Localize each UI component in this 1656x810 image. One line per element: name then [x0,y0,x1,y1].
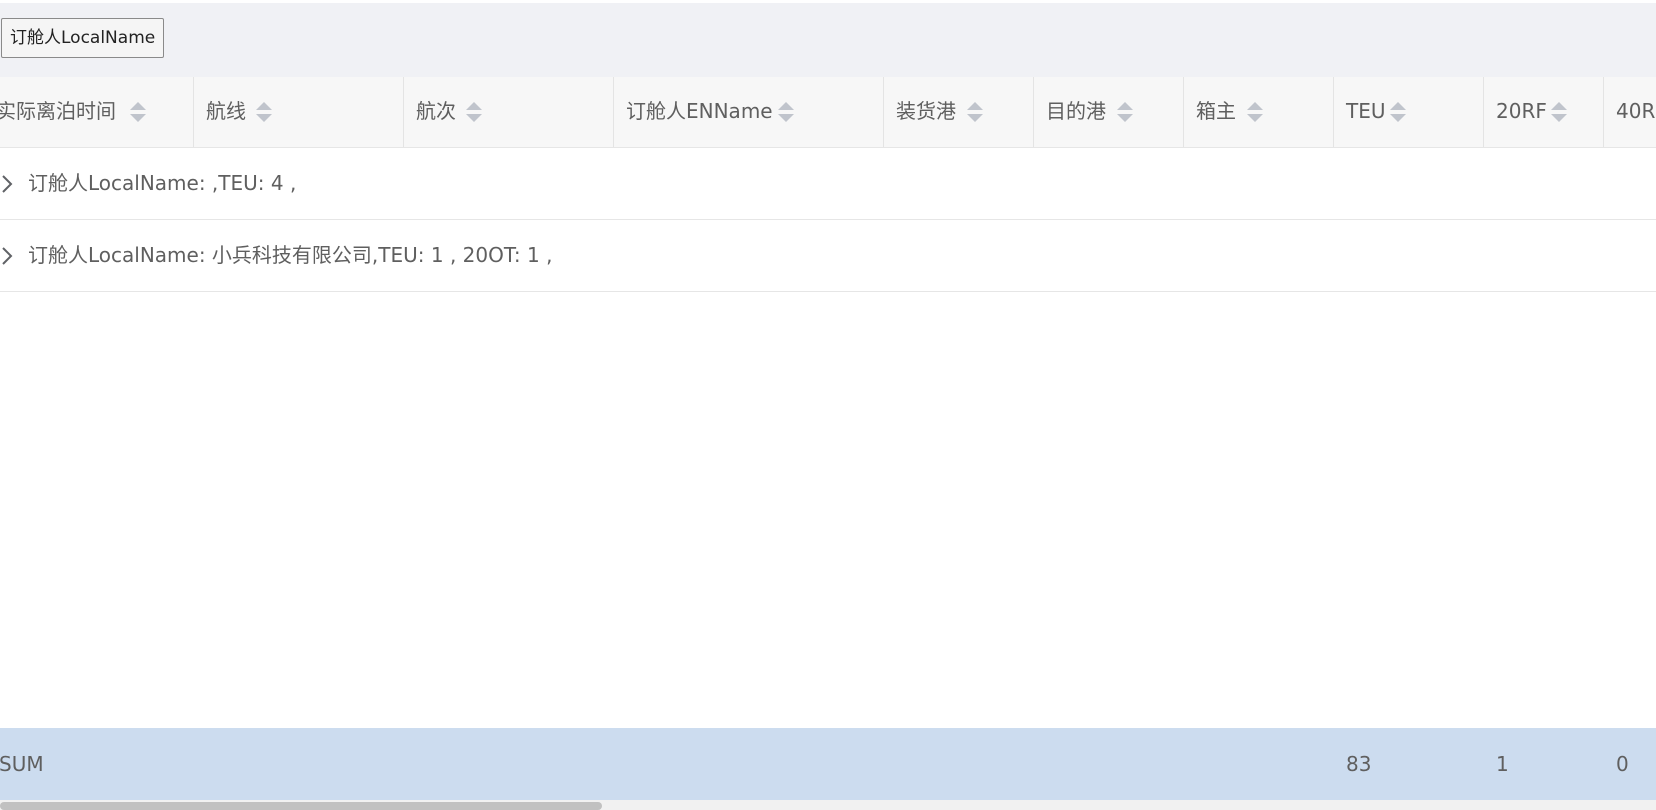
column-header-label: 航次 [416,99,456,123]
column-header-label: 20RF [1496,99,1547,123]
sort-icon[interactable] [1389,101,1407,123]
column-header-label: 装货港 [896,99,956,123]
summary-20rf-value: 1 [1496,752,1509,776]
column-header-label: TEU [1346,99,1386,123]
group-by-panel: 订舱人LocalName [0,3,1656,77]
column-header-voyage[interactable]: 航次 [404,77,614,147]
column-header-actual-departure-time[interactable]: 实际离泊时间 [0,77,194,147]
chevron-right-icon[interactable] [0,244,14,268]
sort-icon[interactable] [1116,101,1134,123]
column-header-route[interactable]: 航线 [194,77,404,147]
summary-40rf-value: 0 [1616,752,1629,776]
group-by-chip[interactable]: 订舱人LocalName [1,18,165,58]
sort-icon[interactable] [129,101,147,123]
sort-icon[interactable] [1246,101,1264,123]
group-row[interactable]: 订舱人LocalName: 小兵科技有限公司,TEU: 1 , 20OT: 1 … [0,220,1656,292]
data-grid: 订舱人LocalName 实际离泊时间 航线 航次 订舱人ENName 装货港 … [0,0,1656,810]
column-header-destination-port[interactable]: 目的港 [1034,77,1184,147]
group-row[interactable]: 订舱人LocalName: ,TEU: 4 , [0,148,1656,220]
column-header-label: 40RF [1616,99,1656,123]
column-header-port-of-loading[interactable]: 装货港 [884,77,1034,147]
column-header-label: 航线 [206,99,246,123]
column-header-label: 目的港 [1046,99,1106,123]
summary-label: SUM [0,752,44,776]
horizontal-scrollbar[interactable] [0,800,1656,810]
column-header-booker-enname[interactable]: 订舱人ENName [614,77,884,147]
sort-icon[interactable] [255,101,273,123]
sort-icon[interactable] [465,101,483,123]
column-header-container-owner[interactable]: 箱主 [1184,77,1334,147]
group-summary-text: 订舱人LocalName: ,TEU: 4 , [28,171,297,195]
horizontal-scrollbar-thumb[interactable] [0,802,602,810]
column-header-20rf[interactable]: 20RF [1484,77,1604,147]
summary-teu-value: 83 [1346,752,1372,776]
column-header-row: 实际离泊时间 航线 航次 订舱人ENName 装货港 目的港 箱主 TEU 20… [0,77,1656,148]
sort-icon[interactable] [966,101,984,123]
column-header-teu[interactable]: TEU [1334,77,1484,147]
column-header-label: 订舱人ENName [626,99,773,123]
summary-footer-row: SUM 83 1 0 [0,728,1656,800]
column-header-label: 实际离泊时间 [0,99,116,123]
group-summary-text: 订舱人LocalName: 小兵科技有限公司,TEU: 1 , 20OT: 1 … [28,243,553,267]
chevron-right-icon[interactable] [0,172,14,196]
sort-icon[interactable] [1550,101,1568,123]
column-header-label: 箱主 [1196,99,1236,123]
column-header-40rf[interactable]: 40RF [1604,77,1656,147]
sort-icon[interactable] [777,101,795,123]
